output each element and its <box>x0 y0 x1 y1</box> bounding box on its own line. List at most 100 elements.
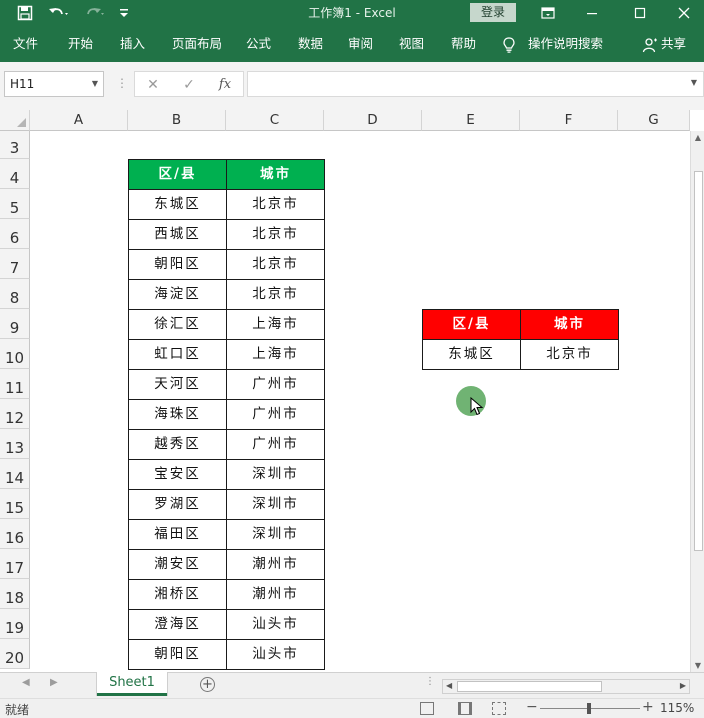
tab-view[interactable]: 视图 <box>399 26 424 62</box>
column-header-a[interactable]: A <box>30 110 128 131</box>
tab-formulas[interactable]: 公式 <box>246 26 271 62</box>
table-cell-district[interactable]: 东城区 <box>128 189 227 220</box>
insert-function-button[interactable]: fx <box>211 74 239 96</box>
lookup-header-district[interactable]: 区/县 <box>422 309 521 340</box>
zoom-level[interactable]: 115% <box>660 701 694 715</box>
row-header-10[interactable]: 10 <box>0 339 30 369</box>
table-cell-city[interactable]: 广州市 <box>226 399 325 430</box>
table-cell-district[interactable]: 海珠区 <box>128 399 227 430</box>
table-cell-city[interactable]: 北京市 <box>226 189 325 220</box>
row-header-16[interactable]: 16 <box>0 519 30 549</box>
row-header-13[interactable]: 13 <box>0 429 30 459</box>
worksheet-grid[interactable]: 区/县 城市 东城区 北京市 西城区 北京市 朝阳区 北京市 海淀区 北京市 徐汇区 上海市 虹口区 上海… <box>30 131 690 672</box>
next-sheet-icon[interactable]: ▶ <box>50 677 58 688</box>
normal-view-icon[interactable] <box>420 702 434 715</box>
redo-icon[interactable] <box>80 0 110 26</box>
table-cell-city[interactable]: 汕头市 <box>226 639 325 670</box>
add-sheet-icon[interactable]: + <box>200 677 215 692</box>
tab-insert[interactable]: 插入 <box>120 26 145 62</box>
table-cell-district[interactable]: 福田区 <box>128 519 227 550</box>
table-cell-district[interactable]: 朝阳区 <box>128 639 227 670</box>
column-header-c[interactable]: C <box>226 110 324 131</box>
table-cell-city[interactable]: 深圳市 <box>226 489 325 520</box>
table-cell-district[interactable]: 天河区 <box>128 369 227 400</box>
table-cell-district[interactable]: 海淀区 <box>128 279 227 310</box>
tell-me-search[interactable]: 操作说明搜索 <box>528 26 603 62</box>
close-icon[interactable] <box>664 0 704 26</box>
column-header-b[interactable]: B <box>128 110 226 131</box>
enter-icon[interactable]: ✓ <box>175 74 203 96</box>
scroll-right-icon[interactable]: ▶ <box>680 681 686 690</box>
page-layout-view-icon[interactable] <box>458 702 472 715</box>
lightbulb-icon[interactable] <box>501 26 517 62</box>
tab-home[interactable]: 开始 <box>68 26 93 62</box>
row-header-17[interactable]: 17 <box>0 549 30 579</box>
scroll-left-icon[interactable]: ◀ <box>446 681 452 690</box>
table-cell-district[interactable]: 朝阳区 <box>128 249 227 280</box>
row-header-6[interactable]: 6 <box>0 219 30 249</box>
scroll-up-icon[interactable]: ▲ <box>691 133 704 142</box>
lookup-cell-district[interactable]: 东城区 <box>422 339 521 370</box>
header-cell-district[interactable]: 区/县 <box>128 159 227 190</box>
row-header-4[interactable]: 4 <box>0 159 30 189</box>
lookup-header-city[interactable]: 城市 <box>520 309 619 340</box>
table-cell-district[interactable]: 澄海区 <box>128 609 227 640</box>
minimize-icon[interactable] <box>572 0 612 26</box>
row-header-19[interactable]: 19 <box>0 609 30 639</box>
row-header-20[interactable]: 20 <box>0 639 30 669</box>
ribbon-display-icon[interactable] <box>528 0 568 26</box>
zoom-out-button[interactable]: − <box>526 699 538 715</box>
name-box[interactable]: H11 ▼ <box>4 71 104 97</box>
row-header-18[interactable]: 18 <box>0 579 30 609</box>
select-all-corner[interactable] <box>0 110 30 131</box>
table-cell-district[interactable]: 湘桥区 <box>128 579 227 610</box>
row-header-14[interactable]: 14 <box>0 459 30 489</box>
person-icon[interactable] <box>642 26 658 62</box>
table-cell-city[interactable]: 上海市 <box>226 339 325 370</box>
chevron-down-icon[interactable]: ▼ <box>92 72 98 96</box>
row-header-12[interactable]: 12 <box>0 399 30 429</box>
column-header-g[interactable]: G <box>618 110 690 131</box>
zoom-slider-thumb[interactable] <box>587 703 591 714</box>
column-header-e[interactable]: E <box>422 110 520 131</box>
table-cell-district[interactable]: 虹口区 <box>128 339 227 370</box>
table-cell-city[interactable]: 潮州市 <box>226 579 325 610</box>
splitter-dots-icon[interactable]: ⋮ <box>425 676 435 687</box>
table-cell-city[interactable]: 深圳市 <box>226 519 325 550</box>
row-header-8[interactable]: 8 <box>0 279 30 309</box>
prev-sheet-icon[interactable]: ◀ <box>22 677 30 688</box>
table-cell-district[interactable]: 西城区 <box>128 219 227 250</box>
table-cell-district[interactable]: 罗湖区 <box>128 489 227 520</box>
zoom-in-button[interactable]: + <box>642 699 654 715</box>
undo-icon[interactable] <box>44 0 74 26</box>
maximize-icon[interactable] <box>620 0 660 26</box>
splitter-icon[interactable]: ⋮ <box>116 76 128 90</box>
page-break-view-icon[interactable] <box>492 702 506 715</box>
table-cell-city[interactable]: 北京市 <box>226 219 325 250</box>
tab-data[interactable]: 数据 <box>298 26 323 62</box>
tab-file[interactable]: 文件 <box>13 26 38 62</box>
formula-input[interactable]: ▼ <box>247 71 704 97</box>
scroll-down-icon[interactable]: ▼ <box>691 661 704 670</box>
save-icon[interactable] <box>12 0 38 26</box>
cancel-icon[interactable]: ✕ <box>139 74 167 96</box>
lookup-cell-city[interactable]: 北京市 <box>520 339 619 370</box>
expand-formula-icon[interactable]: ▼ <box>691 78 697 87</box>
row-header-7[interactable]: 7 <box>0 249 30 279</box>
vertical-scrollbar[interactable]: ▲ ▼ <box>690 131 704 672</box>
customize-icon[interactable] <box>116 0 132 26</box>
table-cell-district[interactable]: 宝安区 <box>128 459 227 490</box>
table-cell-district[interactable]: 徐汇区 <box>128 309 227 340</box>
column-header-d[interactable]: D <box>324 110 422 131</box>
table-cell-district[interactable]: 潮安区 <box>128 549 227 580</box>
table-cell-city[interactable]: 北京市 <box>226 249 325 280</box>
horizontal-scrollbar[interactable]: ◀ ▶ <box>442 679 690 694</box>
tab-review[interactable]: 审阅 <box>348 26 373 62</box>
column-header-f[interactable]: F <box>520 110 618 131</box>
tab-help[interactable]: 帮助 <box>451 26 476 62</box>
row-header-5[interactable]: 5 <box>0 189 30 219</box>
row-header-3[interactable]: 3 <box>0 131 30 159</box>
header-cell-city[interactable]: 城市 <box>226 159 325 190</box>
table-cell-city[interactable]: 深圳市 <box>226 459 325 490</box>
table-cell-city[interactable]: 广州市 <box>226 429 325 460</box>
